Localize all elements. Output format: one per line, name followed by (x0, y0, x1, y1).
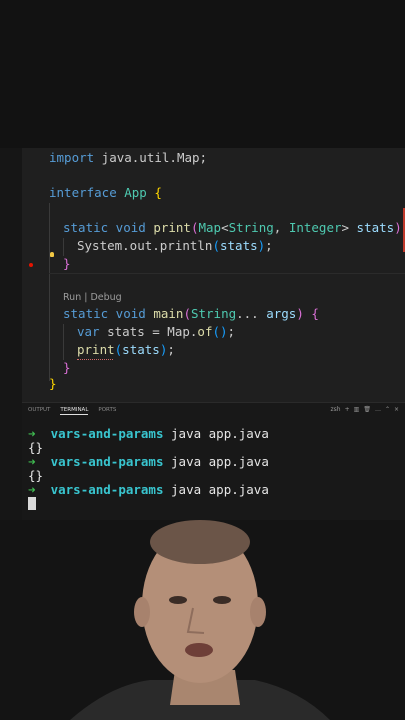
warning-squiggle (77, 357, 113, 360)
editor-separator (49, 273, 405, 274)
arg: stats (220, 238, 258, 253)
varargs: ... (236, 306, 259, 321)
paren: ( (212, 324, 221, 339)
brace: { (154, 185, 162, 200)
add-terminal-icon[interactable]: + (345, 406, 350, 413)
method-call: of (197, 324, 213, 339)
output-text: {} (28, 468, 44, 483)
type: Map (198, 220, 222, 235)
terminal-command-line: ➜ vars-and-params java app.java (28, 482, 269, 498)
more-icon[interactable]: … (375, 406, 381, 413)
interface-name: App (116, 185, 155, 200)
terminal-cursor (28, 497, 36, 510)
prompt-arrow-icon: ➜ (28, 454, 36, 469)
type: Integer (288, 220, 342, 235)
param: stats (349, 220, 395, 235)
shell-select[interactable]: zsh (331, 406, 341, 413)
import-path: java.util.Map; (94, 150, 208, 165)
presenter-video (0, 520, 405, 720)
param: args (258, 306, 297, 321)
call: System.out.println (77, 238, 213, 253)
trash-icon[interactable]: 🗑 (363, 406, 371, 413)
keyword: static (63, 220, 109, 235)
type: String (228, 220, 274, 235)
output-text: {} (28, 440, 44, 455)
code-editor[interactable]: import java.util.Map; interface App { st… (22, 148, 405, 402)
keyword: static (63, 306, 109, 321)
paren: ( (212, 238, 220, 253)
lightbulb-icon[interactable] (50, 252, 54, 257)
angle: < (221, 220, 229, 235)
paren: ) (220, 324, 228, 339)
panel-tabs: OUTPUT TERMINAL PORTS (28, 407, 126, 415)
prompt-dir: vars-and-params (50, 454, 164, 469)
assignment: stats = Map. (99, 324, 198, 339)
code-line-interface[interactable]: interface App { (49, 184, 162, 202)
keyword: void (108, 306, 146, 321)
code-line-print-signature[interactable]: static void print(Map<String, Integer> s… (63, 219, 405, 237)
code-line-close-interface[interactable]: } (49, 375, 57, 393)
close-panel-icon[interactable]: × (394, 406, 399, 413)
terminal-panel[interactable]: OUTPUT TERMINAL PORTS zsh + ▥ 🗑 … ⌃ × ➜ vars-and… (22, 402, 405, 521)
command-text: java app.java (171, 454, 269, 469)
paren: ) (296, 306, 304, 321)
indent-guide (63, 238, 64, 256)
prompt-arrow-icon: ➜ (28, 426, 36, 441)
prompt-dir: vars-and-params (50, 426, 164, 441)
code-line-main-signature[interactable]: static void main(String... args) { (63, 305, 319, 323)
tab-terminal[interactable]: TERMINAL (60, 407, 89, 415)
method-call: print (77, 342, 115, 357)
semicolon: ; (265, 238, 273, 253)
code-line-close-print[interactable]: } (63, 255, 71, 273)
terminal-command-line: ➜ vars-and-params java app.java (28, 426, 269, 442)
command-text: java app.java (171, 482, 269, 497)
tab-output[interactable]: OUTPUT (28, 407, 50, 413)
brace: } (49, 376, 57, 391)
code-line-var-stats[interactable]: var stats = Map.of(); (77, 323, 235, 341)
paren: ( (183, 306, 191, 321)
angle: > (341, 220, 350, 235)
paren: ) (394, 220, 402, 235)
code-line-import[interactable]: import java.util.Map; (49, 149, 207, 167)
keyword: var (77, 324, 100, 339)
code-line-close-main[interactable]: } (63, 359, 71, 377)
terminal-toolbar: zsh + ▥ 🗑 … ⌃ × (327, 406, 399, 413)
brace: } (63, 256, 71, 271)
type: String (190, 306, 237, 321)
breakpoint-icon[interactable] (29, 263, 33, 267)
method-name: print (145, 220, 191, 235)
maximize-icon[interactable]: ⌃ (385, 406, 390, 413)
command-text: java app.java (171, 426, 269, 441)
comma: , (273, 220, 289, 235)
keyword: interface (49, 185, 117, 200)
codelens-run-debug[interactable]: Run | Debug (63, 292, 122, 303)
indent-guide (49, 203, 50, 381)
keyword: import (49, 150, 95, 165)
tab-ports[interactable]: PORTS (98, 407, 116, 413)
code-line-println[interactable]: System.out.println(stats); (77, 237, 273, 255)
brace: } (63, 360, 71, 375)
method-name: main (145, 306, 184, 321)
split-terminal-icon[interactable]: ▥ (354, 406, 360, 413)
prompt-dir: vars-and-params (50, 482, 164, 497)
semicolon: ; (167, 342, 175, 357)
arg: stats (122, 342, 160, 357)
semicolon: ; (227, 324, 236, 339)
keyword: void (108, 220, 146, 235)
video-top-background (0, 0, 405, 148)
brace: { (311, 306, 319, 321)
indent-guide (63, 324, 64, 360)
prompt-arrow-icon: ➜ (28, 482, 36, 497)
terminal-command-line: ➜ vars-and-params java app.java (28, 454, 269, 470)
